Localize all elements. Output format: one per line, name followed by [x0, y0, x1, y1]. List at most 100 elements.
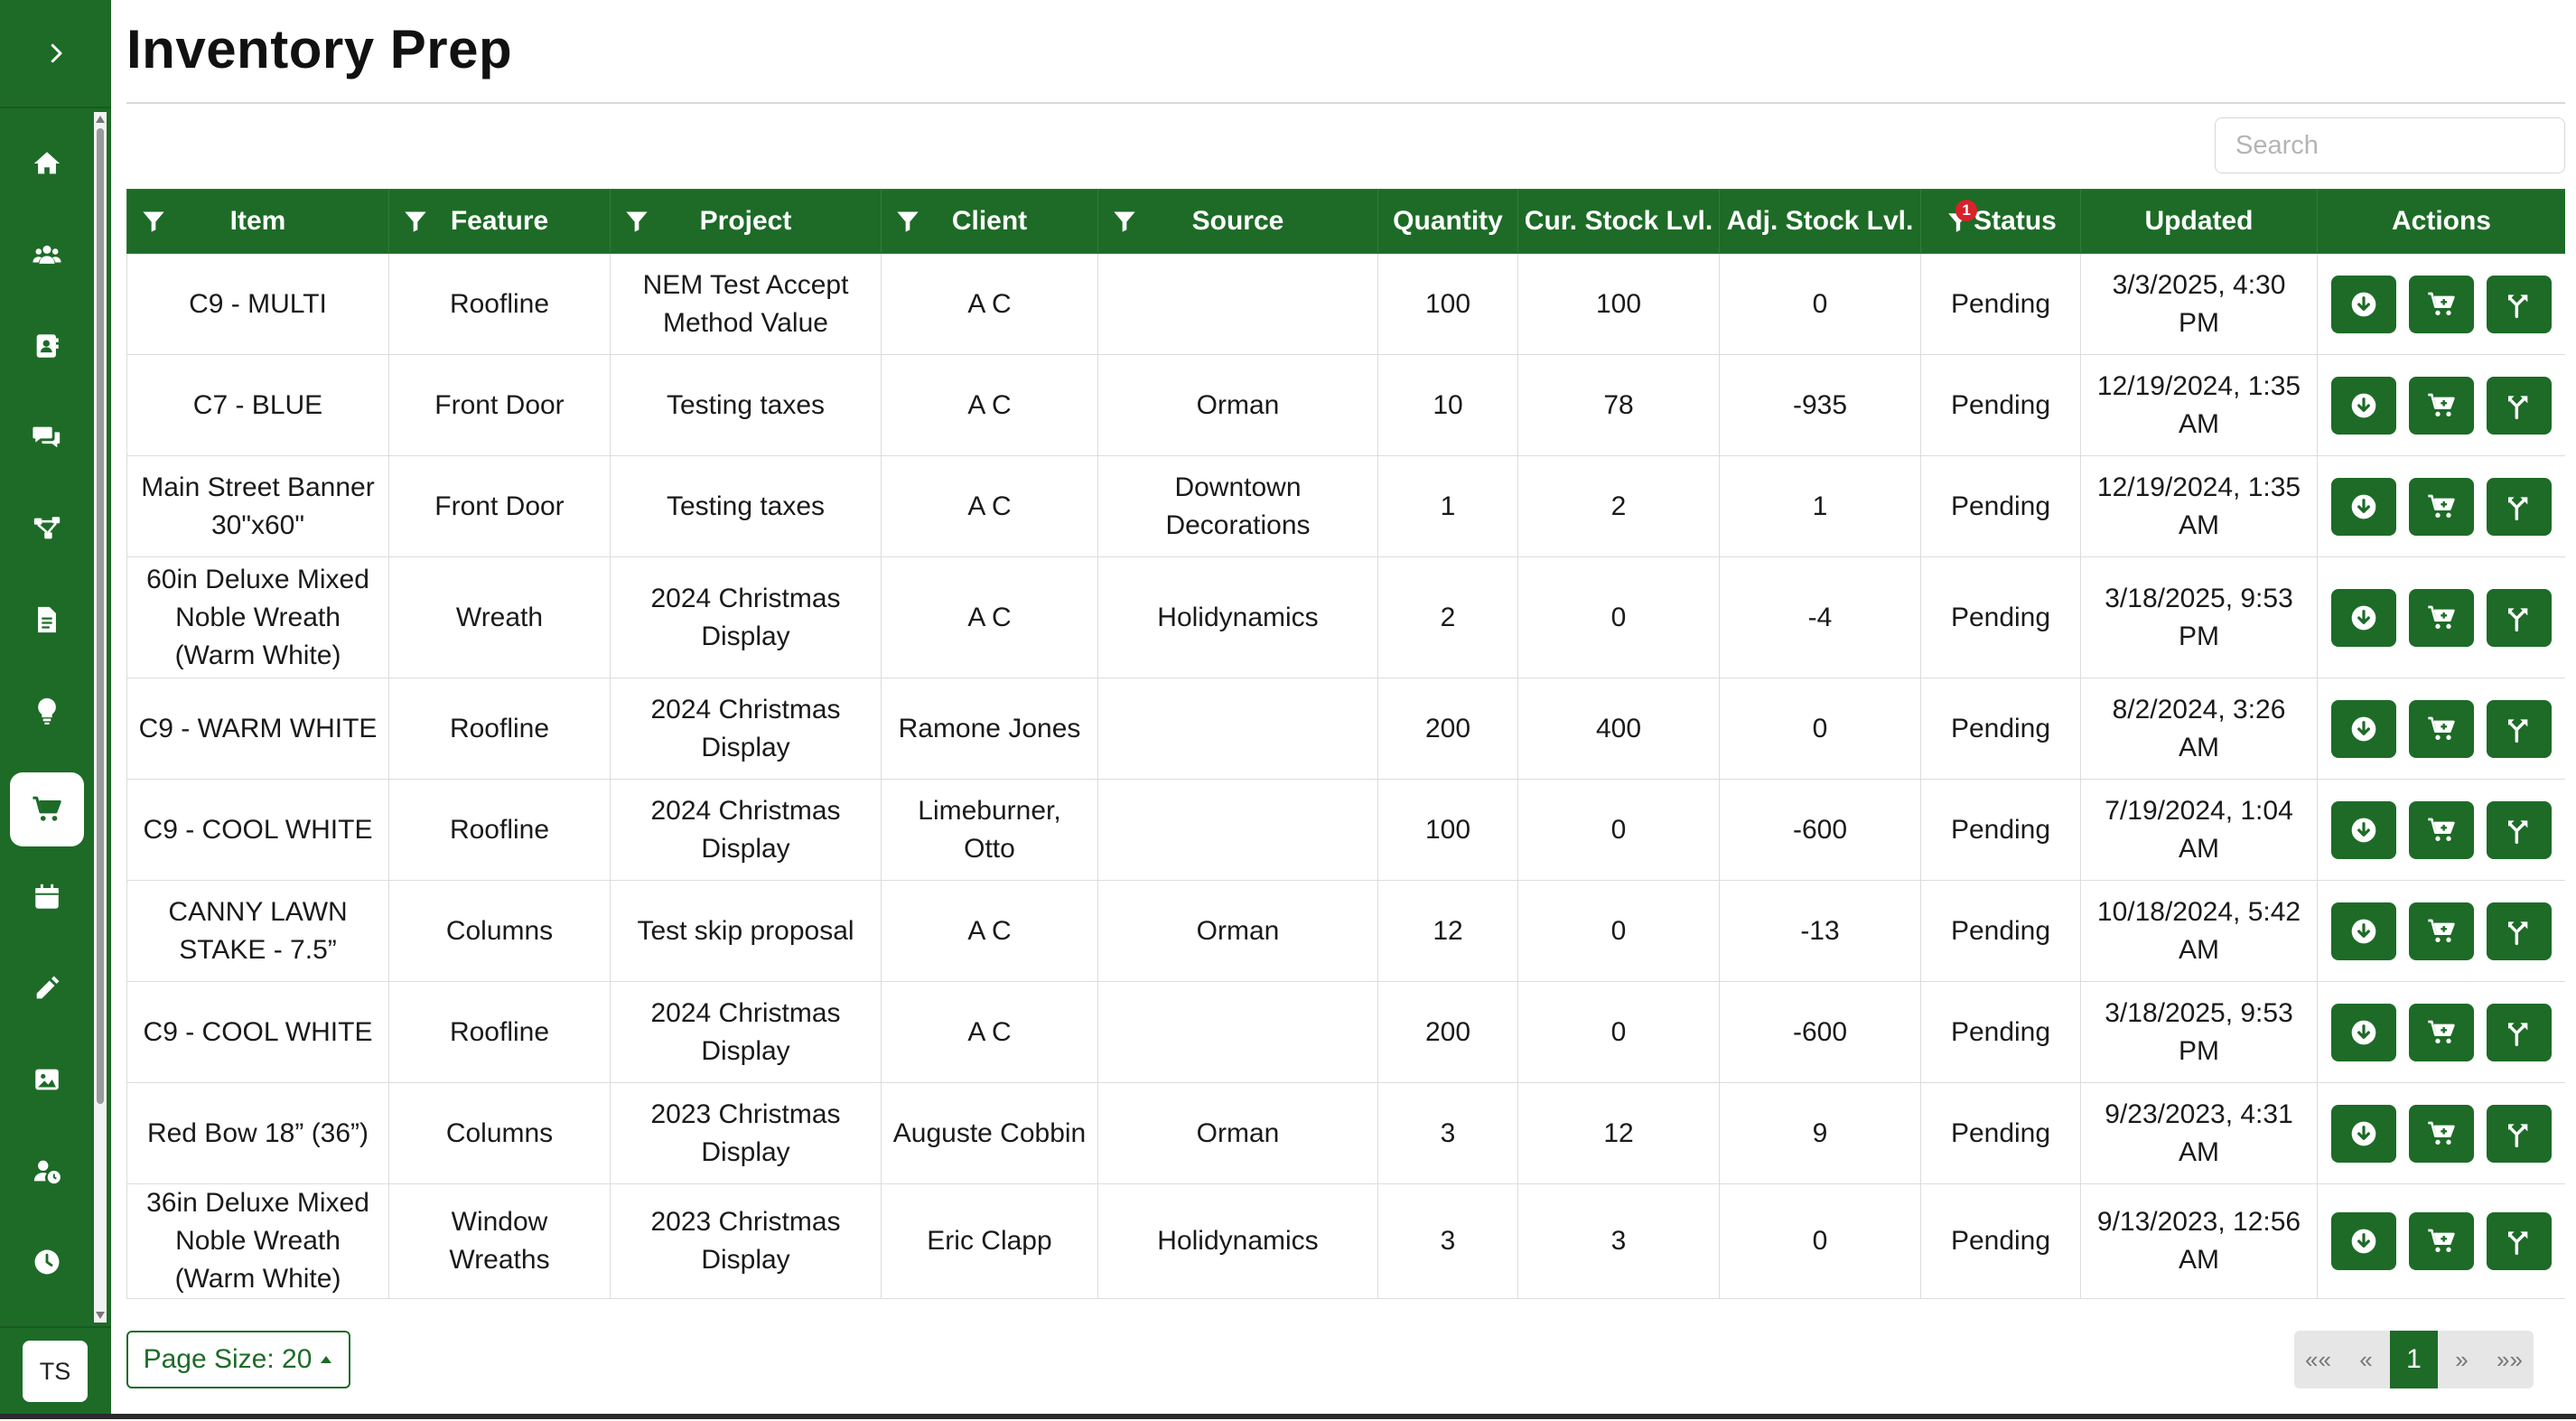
sidebar-item-edit[interactable] [10, 951, 84, 1025]
sidebar-item-user-schedule[interactable] [10, 1134, 84, 1208]
column-header-updated[interactable]: Updated [2080, 189, 2318, 254]
current-page-button[interactable]: 1 [2390, 1331, 2438, 1388]
column-header-feature[interactable]: Feature [388, 189, 611, 254]
split-button[interactable] [2487, 1003, 2552, 1061]
split-button[interactable] [2487, 376, 2552, 435]
add-to-cart-button[interactable] [2409, 1212, 2474, 1270]
table-row[interactable]: Red Bow 18” (36”) Columns 2023 Christmas D… [126, 1082, 2565, 1184]
download-button[interactable] [2331, 699, 2396, 758]
cell-adjusted-stock: 1 [1719, 455, 1921, 557]
page-size-dropdown[interactable]: Page Size: 20 [126, 1331, 350, 1388]
column-header-adjusted-stock[interactable]: Adj. Stock Lvl. [1719, 189, 1921, 254]
column-header-item[interactable]: Item [126, 189, 389, 254]
filter-icon[interactable] [894, 208, 921, 235]
download-button[interactable] [2331, 1003, 2396, 1061]
split-button[interactable] [2487, 1104, 2552, 1163]
cell-source: Holidynamics [1097, 556, 1378, 678]
sidebar-item-users[interactable] [10, 218, 84, 292]
add-to-cart-button[interactable] [2409, 1104, 2474, 1163]
filter-icon[interactable] [1111, 208, 1138, 235]
first-page-button[interactable]: «« [2294, 1331, 2342, 1388]
table-row[interactable]: C9 - MULTI Roofline NEM Test Accept Method… [126, 253, 2565, 355]
sidebar-item-gallery[interactable] [10, 1042, 84, 1117]
cell-project: Testing taxes [610, 455, 882, 557]
sidebar-item-documents[interactable] [10, 583, 84, 657]
column-header-source[interactable]: Source [1097, 189, 1378, 254]
add-to-cart-button[interactable] [2409, 376, 2474, 435]
sidebar-item-contacts[interactable] [10, 309, 84, 383]
table-row[interactable]: CANNY LAWN STAKE - 7.5” Columns Test skip … [126, 880, 2565, 982]
add-to-cart-button[interactable] [2409, 477, 2474, 536]
split-button[interactable] [2487, 1212, 2552, 1270]
table-row[interactable]: Main Street Banner 30"x60" Front Door Test… [126, 455, 2565, 557]
sidebar-item-history[interactable] [10, 1225, 84, 1299]
cell-status: Pending [1920, 455, 2081, 557]
download-button[interactable] [2331, 477, 2396, 536]
cell-adjusted-stock: -600 [1719, 779, 1921, 881]
download-button[interactable] [2331, 800, 2396, 859]
sidebar-item-calendar[interactable] [10, 860, 84, 934]
sidebar-item-messages[interactable] [10, 400, 84, 474]
users-icon [33, 245, 61, 264]
sidebar-scroll-thumb[interactable] [97, 128, 104, 1104]
table-row[interactable]: C9 - COOL WHITE Roofline 2024 Christmas Di… [126, 779, 2565, 881]
split-button[interactable] [2487, 699, 2552, 758]
download-button[interactable] [2331, 275, 2396, 333]
column-header-project[interactable]: Project [610, 189, 882, 254]
table-row[interactable]: 36in Deluxe Mixed Noble Wreath (Warm Whi… [126, 1183, 2565, 1299]
cell-updated: 7/19/2024, 1:04 AM [2080, 779, 2318, 881]
split-button[interactable] [2487, 588, 2552, 647]
sidebar-item-inventory[interactable] [10, 772, 84, 846]
last-page-button[interactable]: »» [2486, 1331, 2534, 1388]
split-button[interactable] [2487, 902, 2552, 960]
table-row[interactable]: C9 - WARM WHITE Roofline 2024 Christmas Di… [126, 678, 2565, 780]
scroll-up-arrow-icon[interactable] [96, 116, 105, 123]
cell-updated: 9/13/2023, 12:56 AM [2080, 1183, 2318, 1299]
sidebar-item-home[interactable] [10, 126, 84, 201]
filter-icon[interactable] [140, 208, 167, 235]
split-button[interactable] [2487, 800, 2552, 859]
add-to-cart-button[interactable] [2409, 1003, 2474, 1061]
next-page-button[interactable]: » [2438, 1331, 2486, 1388]
download-button[interactable] [2331, 1104, 2396, 1163]
cell-actions [2317, 253, 2565, 355]
download-icon [2349, 1119, 2378, 1148]
table-row[interactable]: C9 - COOL WHITE Roofline 2024 Christmas Di… [126, 981, 2565, 1083]
column-header-status[interactable]: 1 Status [1920, 189, 2081, 254]
add-to-cart-button[interactable] [2409, 699, 2474, 758]
add-to-cart-button[interactable] [2409, 275, 2474, 333]
sidebar-item-workflow[interactable] [10, 491, 84, 566]
cell-current-stock: 3 [1517, 1183, 1720, 1299]
filter-icon[interactable]: 1 [1945, 200, 1978, 236]
column-header-actions: Actions [2317, 189, 2565, 254]
prev-page-button[interactable]: « [2342, 1331, 2390, 1388]
column-header-client[interactable]: Client [881, 189, 1098, 254]
add-to-cart-button[interactable] [2409, 800, 2474, 859]
filter-icon[interactable] [623, 208, 650, 235]
inventory-table-container[interactable]: Item Feature Project Client Source Quant… [126, 189, 2565, 1307]
table-row[interactable]: 60in Deluxe Mixed Noble Wreath (Warm Whi… [126, 556, 2565, 678]
page-size-label: Page Size: 20 [143, 1344, 313, 1374]
filter-icon[interactable] [402, 208, 429, 235]
add-to-cart-button[interactable] [2409, 588, 2474, 647]
cart-plus-icon [2427, 715, 2456, 743]
scroll-down-arrow-icon[interactable] [96, 1312, 105, 1319]
download-button[interactable] [2331, 902, 2396, 960]
sidebar-expand-button[interactable] [0, 0, 111, 108]
split-button[interactable] [2487, 275, 2552, 333]
sidebar-scrollbar[interactable] [94, 112, 107, 1323]
split-button[interactable] [2487, 477, 2552, 536]
user-avatar[interactable]: TS [23, 1341, 88, 1402]
search-input[interactable] [2215, 117, 2565, 173]
cell-quantity: 1 [1377, 455, 1518, 557]
add-to-cart-button[interactable] [2409, 902, 2474, 960]
cell-project: Testing taxes [610, 354, 882, 456]
download-button[interactable] [2331, 376, 2396, 435]
download-button[interactable] [2331, 588, 2396, 647]
column-header-current-stock[interactable]: Cur. Stock Lvl. [1517, 189, 1720, 254]
cell-adjusted-stock: 0 [1719, 253, 1921, 355]
sidebar-item-ideas[interactable] [10, 674, 84, 748]
download-button[interactable] [2331, 1212, 2396, 1270]
table-row[interactable]: C7 - BLUE Front Door Testing taxes A C Orman… [126, 354, 2565, 456]
column-header-quantity[interactable]: Quantity [1377, 189, 1518, 254]
